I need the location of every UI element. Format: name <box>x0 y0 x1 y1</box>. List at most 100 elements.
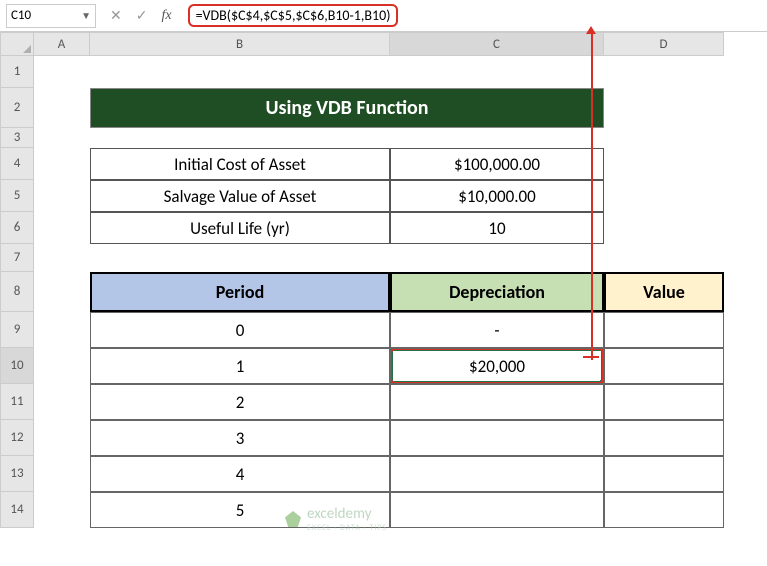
row-header-14[interactable]: 14 <box>0 492 34 528</box>
cell-b13[interactable]: 4 <box>90 456 390 492</box>
cell-b7[interactable] <box>90 244 390 272</box>
row-header-11[interactable]: 11 <box>0 384 34 420</box>
cell-c5[interactable]: $10,000.00 <box>390 180 604 212</box>
fill-handle[interactable] <box>600 380 604 384</box>
cell-a1[interactable] <box>34 56 90 88</box>
cell-c11[interactable] <box>390 384 604 420</box>
title-cell[interactable]: Using VDB Function <box>90 88 604 128</box>
name-box-dropdown-icon[interactable]: ▼ <box>81 9 91 22</box>
row-header-2[interactable]: 2 <box>0 88 34 128</box>
header-value[interactable]: Value <box>604 272 724 312</box>
cell-a8[interactable] <box>34 272 90 312</box>
col-header-d[interactable]: D <box>604 32 724 56</box>
row-13: 13 4 <box>0 456 767 492</box>
cell-c3[interactable] <box>390 128 604 148</box>
row-8: 8 Period Depreciation Value <box>0 272 767 312</box>
row-14: 14 5 <box>0 492 767 528</box>
cell-b11[interactable]: 2 <box>90 384 390 420</box>
cell-b10[interactable]: 1 <box>90 348 390 384</box>
col-header-c[interactable]: C <box>390 32 604 56</box>
formula-text: =VDB($C$4,$C$5,$C$6,B10-1,B10) <box>188 4 399 27</box>
row-5: 5 Salvage Value of Asset $10,000.00 <box>0 180 767 212</box>
cell-d11[interactable] <box>604 384 724 420</box>
cell-a13[interactable] <box>34 456 90 492</box>
cell-d7[interactable] <box>604 244 724 272</box>
column-headers: A B C D <box>0 32 767 56</box>
cell-d2[interactable] <box>604 88 724 128</box>
cell-b3[interactable] <box>90 128 390 148</box>
cell-a11[interactable] <box>34 384 90 420</box>
cancel-icon[interactable]: ✕ <box>110 7 122 24</box>
cell-b6[interactable]: Useful Life (yr) <box>90 212 390 244</box>
row-6: 6 Useful Life (yr) 10 <box>0 212 767 244</box>
cell-b4[interactable]: Initial Cost of Asset <box>90 148 390 180</box>
row-9: 9 0 - <box>0 312 767 348</box>
cell-a2[interactable] <box>34 88 90 128</box>
cell-a10[interactable] <box>34 348 90 384</box>
cell-c4[interactable]: $100,000.00 <box>390 148 604 180</box>
row-7: 7 <box>0 244 767 272</box>
cell-c1[interactable] <box>390 56 604 88</box>
cell-c6[interactable]: 10 <box>390 212 604 244</box>
cell-a7[interactable] <box>34 244 90 272</box>
row-header-10[interactable]: 10 <box>0 348 34 384</box>
select-all-corner[interactable] <box>0 32 34 56</box>
cell-a3[interactable] <box>34 128 90 148</box>
row-2: 2 Using VDB Function <box>0 88 767 128</box>
row-11: 11 2 <box>0 384 767 420</box>
row-header-5[interactable]: 5 <box>0 180 34 212</box>
row-header-7[interactable]: 7 <box>0 244 34 272</box>
cell-d6[interactable] <box>604 212 724 244</box>
cell-b12[interactable]: 3 <box>90 420 390 456</box>
fx-icon[interactable]: fx <box>161 8 171 24</box>
cell-c10-value: $20,000 <box>469 356 525 377</box>
cell-a12[interactable] <box>34 420 90 456</box>
cell-d1[interactable] <box>604 56 724 88</box>
header-period[interactable]: Period <box>90 272 390 312</box>
formula-input[interactable]: =VDB($C$4,$C$5,$C$6,B10-1,B10) <box>180 4 767 28</box>
cell-a6[interactable] <box>34 212 90 244</box>
cell-a4[interactable] <box>34 148 90 180</box>
row-header-9[interactable]: 9 <box>0 312 34 348</box>
row-4: 4 Initial Cost of Asset $100,000.00 <box>0 148 767 180</box>
row-header-8[interactable]: 8 <box>0 272 34 312</box>
cell-d5[interactable] <box>604 180 724 212</box>
row-1: 1 <box>0 56 767 88</box>
col-header-b[interactable]: B <box>90 32 390 56</box>
formula-bar: C10 ▼ ✕ ✓ fx =VDB($C$4,$C$5,$C$6,B10-1,B… <box>0 0 767 32</box>
cell-a5[interactable] <box>34 180 90 212</box>
row-header-6[interactable]: 6 <box>0 212 34 244</box>
cell-c13[interactable] <box>390 456 604 492</box>
cell-c14[interactable] <box>390 492 604 528</box>
row-header-13[interactable]: 13 <box>0 456 34 492</box>
row-header-3[interactable]: 3 <box>0 128 34 148</box>
cell-b1[interactable] <box>90 56 390 88</box>
row-header-4[interactable]: 4 <box>0 148 34 180</box>
cell-d3[interactable] <box>604 128 724 148</box>
cell-d12[interactable] <box>604 420 724 456</box>
cell-c10[interactable]: $20,000 <box>390 348 604 384</box>
col-header-a[interactable]: A <box>34 32 90 56</box>
cell-d13[interactable] <box>604 456 724 492</box>
row-header-1[interactable]: 1 <box>0 56 34 88</box>
cell-d9[interactable] <box>604 312 724 348</box>
name-box-value: C10 <box>11 8 31 23</box>
name-box[interactable]: C10 ▼ <box>6 4 96 28</box>
cell-b14[interactable]: 5 <box>90 492 390 528</box>
cell-d4[interactable] <box>604 148 724 180</box>
cell-c7[interactable] <box>390 244 604 272</box>
cell-c9[interactable]: - <box>390 312 604 348</box>
annotation-arrow-tail <box>583 356 599 358</box>
cell-b5[interactable]: Salvage Value of Asset <box>90 180 390 212</box>
cell-b9[interactable]: 0 <box>90 312 390 348</box>
row-header-12[interactable]: 12 <box>0 420 34 456</box>
cell-d10[interactable] <box>604 348 724 384</box>
cell-d14[interactable] <box>604 492 724 528</box>
cell-c12[interactable] <box>390 420 604 456</box>
cell-a14[interactable] <box>34 492 90 528</box>
header-depreciation[interactable]: Depreciation <box>390 272 604 312</box>
cell-a9[interactable] <box>34 312 90 348</box>
row-12: 12 3 <box>0 420 767 456</box>
row-3: 3 <box>0 128 767 148</box>
enter-icon[interactable]: ✓ <box>136 7 148 24</box>
